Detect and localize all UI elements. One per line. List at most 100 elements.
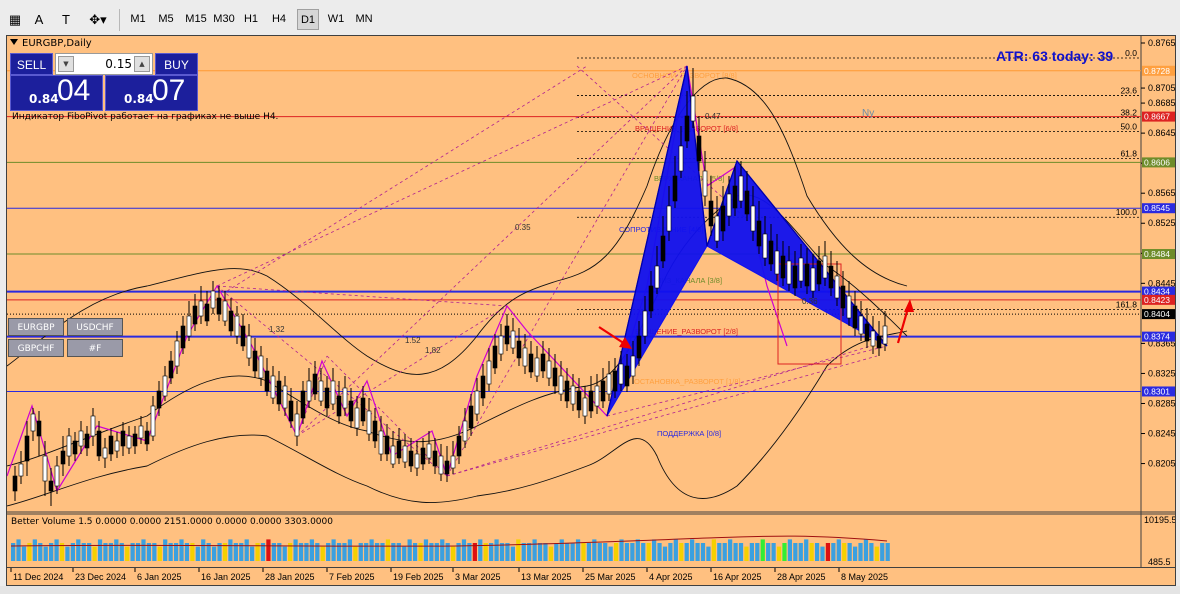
candle-body <box>234 315 240 337</box>
price-tag-label: 0.8301 <box>1144 386 1170 396</box>
candle-body <box>72 440 78 455</box>
time-axis: 11 Dec 2024 23 Dec 2024 6 Jan 2025 16 Jan 2… <box>6 568 1176 586</box>
candle-body <box>732 185 738 209</box>
candle-body <box>360 397 366 422</box>
candle-body <box>804 263 810 287</box>
volume-bar <box>250 546 255 561</box>
time-label: 28 Jan 2025 <box>265 572 315 582</box>
candle-body <box>618 363 624 385</box>
volume-bar <box>885 543 890 561</box>
volume-bar <box>211 546 217 561</box>
candle-body <box>882 325 888 345</box>
timeframe-button-m30[interactable]: M30 <box>212 9 236 30</box>
bid-price-button[interactable]: 0.84 04 <box>10 74 103 111</box>
volume-bar <box>728 539 733 561</box>
candle-body <box>834 275 840 299</box>
timeframe-button-h4[interactable]: H4 <box>268 9 290 30</box>
volume-bar <box>76 539 81 561</box>
price-label: 0.8645 <box>1148 128 1175 138</box>
candle-body <box>306 380 312 402</box>
candle-body <box>708 200 714 227</box>
text-icon[interactable]: A <box>28 9 50 30</box>
volume-bar <box>733 543 738 561</box>
time-label: 16 Apr 2025 <box>713 572 762 582</box>
candle-body <box>330 380 336 405</box>
candle-body <box>756 220 762 247</box>
volume-bar <box>852 546 858 561</box>
timeframe-button-h1[interactable]: H1 <box>241 9 261 30</box>
candle-body <box>366 410 372 435</box>
timeframe-button-m1[interactable]: M1 <box>127 9 149 30</box>
volume-bar <box>863 539 869 561</box>
volume-bar <box>820 546 825 561</box>
chevron-up-icon[interactable]: ▲ <box>134 56 150 72</box>
fan-line <box>216 285 508 307</box>
volume-bar <box>679 543 684 561</box>
volume-bar <box>662 546 668 561</box>
candle-body <box>222 300 228 322</box>
volume-bars <box>11 539 890 561</box>
volume-max-label: 10195.5 <box>1144 515 1175 525</box>
ask-price-button[interactable]: 0.84 07 <box>105 74 198 111</box>
candle-body <box>168 360 174 379</box>
chevron-down-icon[interactable]: ▼ <box>58 56 74 72</box>
candle-body <box>228 310 234 332</box>
candle-body <box>552 367 558 387</box>
buy-button[interactable]: BUY <box>155 53 198 75</box>
volume-bar <box>331 539 336 561</box>
candle-body <box>738 175 744 202</box>
candle-body <box>558 375 564 395</box>
symbol-button-f[interactable]: #F <box>67 339 123 357</box>
candle-body <box>564 380 570 402</box>
grid-icon[interactable]: ▦ <box>4 9 26 30</box>
candle-body <box>300 390 306 419</box>
fib-level-label: 61.8 <box>1120 149 1137 159</box>
candle-body <box>714 215 720 242</box>
volume-bar <box>760 539 765 561</box>
volume-bar <box>825 543 831 561</box>
shapes-icon[interactable]: ✥▾ <box>84 9 112 30</box>
candle-body <box>534 357 540 377</box>
candle-body <box>684 115 690 142</box>
timeframe-button-mn[interactable]: MN <box>353 9 375 30</box>
volume-bar <box>97 539 103 561</box>
candle-body <box>468 405 474 429</box>
volume-bar <box>440 539 445 561</box>
volume-min-label: 485.5 <box>1148 557 1171 567</box>
volume-bar <box>157 546 162 561</box>
sell-button[interactable]: SELL <box>10 53 53 75</box>
timeframe-button-m15[interactable]: M15 <box>184 9 208 30</box>
lot-size-value[interactable]: 0.15 <box>76 54 132 74</box>
price-tag-label: 0.8404 <box>1144 309 1170 319</box>
volume-bar <box>537 543 543 561</box>
candle-body <box>276 380 282 405</box>
candle-body <box>768 240 774 265</box>
symbol-button-eurgbp[interactable]: EURGBP <box>8 318 64 336</box>
volume-bar <box>668 543 673 561</box>
fan-line <box>216 65 688 287</box>
ask-price-small: 0.84 <box>124 92 154 106</box>
price-label: 0.8285 <box>1148 398 1175 408</box>
timeframe-button-m5[interactable]: M5 <box>155 9 177 30</box>
volume-bar <box>630 543 635 561</box>
volume-bar <box>635 539 640 561</box>
fib-level-label: 161.8 <box>1116 300 1138 310</box>
volume-bar <box>646 543 651 561</box>
pattern-ratio-label: 1.82 <box>425 346 441 355</box>
volume-bar <box>125 546 130 561</box>
symbol-button-usdchf[interactable]: USDCHF <box>67 318 123 336</box>
price-label: 0.8245 <box>1148 429 1175 439</box>
annotation-ny: Ny <box>862 108 874 119</box>
candle-body <box>384 435 390 455</box>
candle-body <box>198 300 204 317</box>
timeframe-button-d1[interactable]: D1 <box>297 9 319 30</box>
symbol-button-gbpchf[interactable]: GBPCHF <box>8 339 64 357</box>
time-label: 8 May 2025 <box>841 572 888 582</box>
timeframe-button-w1[interactable]: W1 <box>325 9 347 30</box>
lot-size-stepper[interactable]: ▼ 0.15 ▲ <box>55 53 153 75</box>
fib-level-label: 23.6 <box>1120 86 1137 96</box>
candle-body <box>96 430 102 457</box>
text-frame-icon[interactable]: T <box>55 9 77 30</box>
volume-bar <box>874 546 879 561</box>
candle-body <box>798 257 804 282</box>
